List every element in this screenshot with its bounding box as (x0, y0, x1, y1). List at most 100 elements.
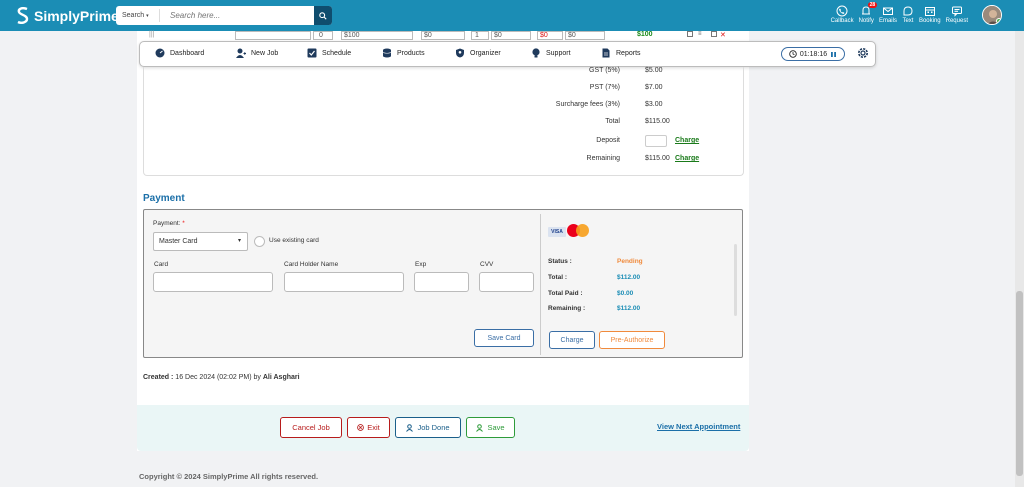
visa-icon: VISA (548, 227, 566, 237)
created-prefix: Created : (143, 374, 174, 381)
exit-button[interactable]: Exit (347, 417, 390, 438)
notify-button[interactable]: 28 Notify (858, 2, 878, 24)
header-tools: Callback 28 Notify Emails Text Booking R… (831, 2, 968, 24)
emails-button[interactable]: Emails (879, 5, 897, 24)
row-cell-tax[interactable]: $0 (537, 31, 563, 40)
nav-dashboard[interactable]: Dashboard (155, 48, 204, 58)
chat-icon (903, 6, 913, 16)
action-bar: Cancel Job Exit Job Done Save View Next … (137, 405, 749, 451)
exp-input[interactable] (414, 272, 469, 292)
exit-label: Exit (367, 423, 380, 432)
nav-support[interactable]: Support (531, 48, 571, 58)
nav-products[interactable]: Products (382, 48, 425, 58)
deposit-label: Deposit (596, 137, 620, 144)
pre-authorize-button[interactable]: Pre-Authorize (599, 331, 665, 349)
payment-total-value: $112.00 (617, 274, 641, 281)
search-input[interactable] (160, 11, 314, 20)
row-cell-qty[interactable]: 0 (313, 31, 333, 40)
surcharge-value: $3.00 (645, 101, 663, 108)
deposit-charge-link[interactable]: Charge (675, 137, 699, 144)
job-done-button[interactable]: Job Done (395, 417, 461, 438)
booking-label: Booking (918, 18, 941, 24)
payment-paid-label: Total Paid : (548, 290, 583, 297)
cvv-input[interactable] (479, 272, 534, 292)
pause-icon[interactable] (830, 51, 837, 58)
payment-paid-value: $0.00 (617, 290, 634, 297)
timer-value: 01:18:16 (799, 50, 828, 58)
job-done-label: Job Done (417, 423, 450, 432)
notify-label: Notify (858, 18, 874, 24)
row-cell-cost[interactable]: $0 (491, 31, 531, 40)
view-next-appointment-link[interactable]: View Next Appointment (657, 422, 740, 431)
payment-method-value: Master Card (159, 238, 198, 245)
gst-value: $5.00 (645, 67, 663, 74)
cancel-job-label: Cancel Job (292, 423, 330, 432)
clock-icon (789, 50, 797, 58)
support-icon (532, 48, 540, 58)
created-user: Ali Asghari (262, 374, 300, 381)
booking-button[interactable]: Booking (919, 5, 941, 24)
reports-icon (602, 48, 610, 58)
remaining-value: $115.00 (645, 155, 670, 162)
schedule-icon (307, 48, 317, 58)
deposit-input[interactable] (645, 135, 667, 147)
page-scrollbar-thumb[interactable] (1016, 291, 1023, 476)
products-icon (382, 48, 392, 58)
row-cell-blank[interactable] (235, 31, 311, 40)
gear-icon[interactable] (856, 46, 870, 60)
card-holder-label: Card Holder Name (284, 261, 339, 268)
remaining-label: Remaining (586, 155, 620, 162)
payment-summary-scrollbar[interactable] (734, 244, 737, 316)
card-number-input[interactable] (153, 272, 273, 292)
remaining-charge-link[interactable]: Charge (675, 155, 699, 162)
search-button[interactable] (314, 6, 332, 25)
save-card-button[interactable]: Save Card (474, 329, 534, 347)
row-total: $100 (637, 31, 653, 38)
cancel-job-button[interactable]: Cancel Job (280, 417, 342, 438)
close-circle-icon (357, 424, 365, 431)
card-holder-input[interactable] (284, 272, 404, 292)
row-handle: ||| (149, 31, 155, 38)
request-label: Request (945, 18, 968, 24)
nav-products-label: Products (397, 49, 425, 57)
cvv-label: CVV (480, 261, 494, 268)
row-settings-icon[interactable]: ≡ (698, 31, 702, 37)
row-cell-fee[interactable]: $0 (565, 31, 605, 40)
callback-button[interactable]: Callback (831, 5, 854, 24)
required-marker: * (182, 220, 185, 227)
save-button[interactable]: Save (466, 417, 515, 438)
nav-new-job[interactable]: New Job (236, 48, 278, 58)
notify-badge: 28 (867, 2, 878, 8)
payment-panel: Payment: * Master Card ▾ Use existing ca… (143, 209, 743, 358)
new-job-icon (236, 48, 246, 58)
brand-logo[interactable]: SimplyPrime (16, 7, 119, 24)
nav-schedule[interactable]: Schedule (307, 48, 351, 58)
nav-dashboard-label: Dashboard (170, 49, 205, 57)
user-avatar[interactable] (982, 5, 1002, 25)
charge-button[interactable]: Charge (549, 331, 595, 349)
page-scrollbar[interactable] (1015, 31, 1024, 487)
calendar-icon (924, 7, 935, 16)
nav-reports[interactable]: Reports (601, 48, 641, 58)
exp-label: Exp (415, 261, 427, 268)
card-label: Card (154, 261, 169, 268)
row-checkbox[interactable] (687, 31, 693, 37)
job-timer[interactable]: 01:18:16 (781, 47, 845, 61)
payment-method-label: Payment: * (153, 220, 185, 227)
search-type-select[interactable]: Search ▾ (116, 9, 160, 22)
payment-method-select[interactable]: Master Card ▾ (153, 232, 248, 251)
surcharge-label: Surcharge fees (3%) (555, 101, 620, 108)
nav-organizer[interactable]: Organizer (455, 48, 501, 58)
chevron-down-icon: ▾ (237, 238, 241, 244)
row-cell-price[interactable]: $100 (341, 31, 413, 40)
row-delete-icon[interactable]: ✕ (720, 31, 726, 39)
request-button[interactable]: Request (946, 5, 968, 24)
payment-divider (540, 214, 541, 355)
text-button[interactable]: Text (902, 5, 914, 24)
row-cell-discount[interactable]: $0 (421, 31, 465, 40)
use-existing-card-radio[interactable] (254, 236, 265, 247)
nav-schedule-label: Schedule (322, 49, 352, 57)
row-checkbox-2[interactable] (711, 31, 717, 37)
row-cell-qty2[interactable]: 1 (471, 31, 489, 40)
organizer-icon (456, 48, 464, 58)
